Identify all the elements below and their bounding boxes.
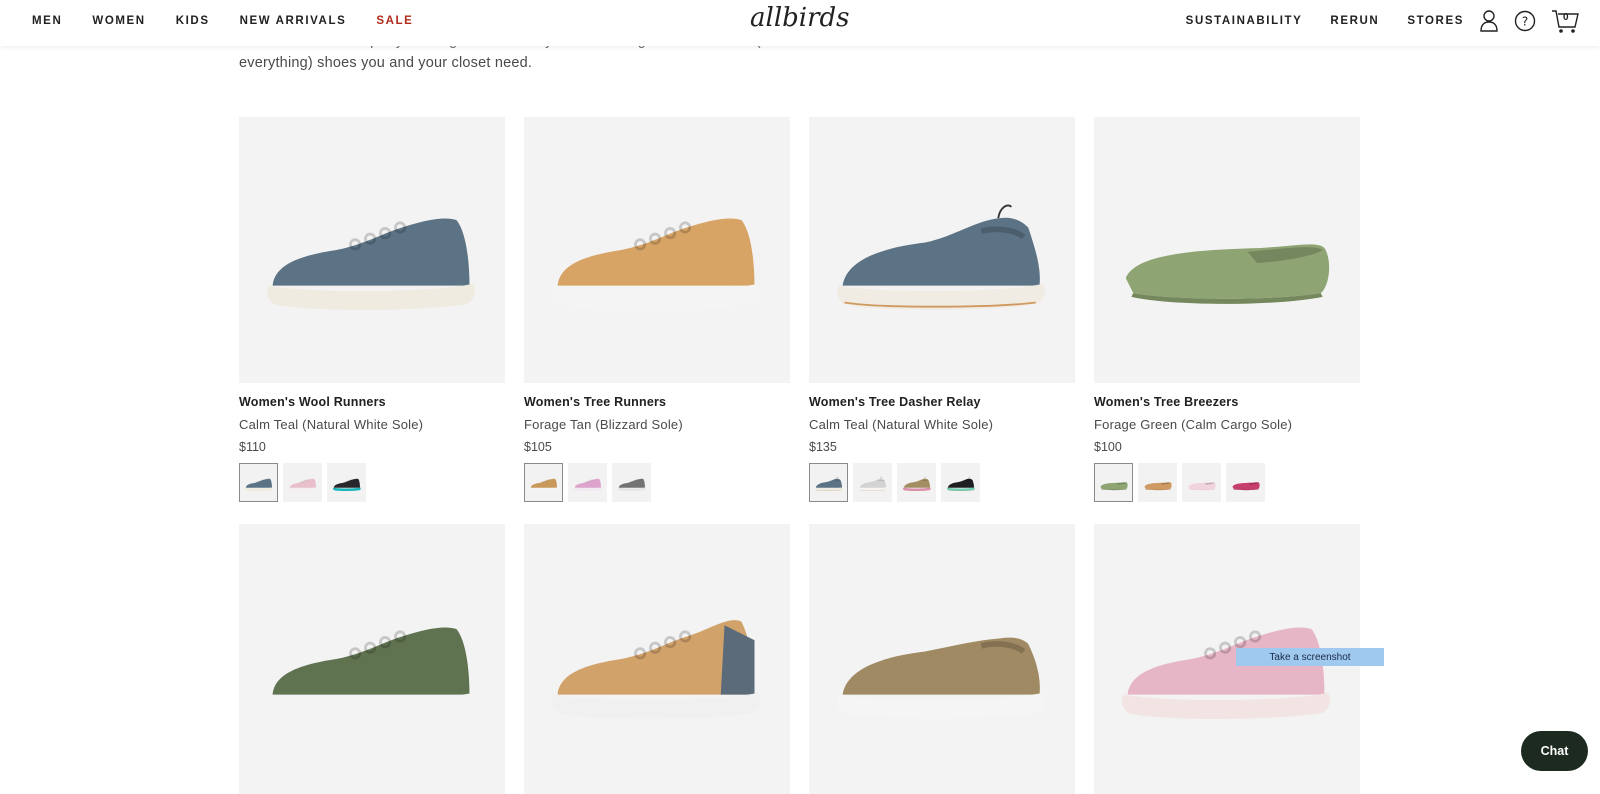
- color-swatches: [239, 463, 505, 502]
- product-image[interactable]: [809, 524, 1075, 794]
- product-card[interactable]: [524, 524, 790, 794]
- product-card[interactable]: [809, 524, 1075, 794]
- product-name[interactable]: Women's Wool Runners: [239, 395, 505, 409]
- color-swatch[interactable]: [941, 463, 980, 502]
- allbirds-logo[interactable]: allbirds: [748, 2, 852, 38]
- product-price: $105: [524, 440, 552, 454]
- logo-text: allbirds: [750, 3, 850, 33]
- color-swatch[interactable]: [239, 463, 278, 502]
- primary-nav: MEN WOMEN KIDS NEW ARRIVALS SALE: [32, 0, 443, 42]
- screenshot-tooltip: Take a screenshot: [1236, 648, 1384, 666]
- color-swatch[interactable]: [568, 463, 607, 502]
- color-swatch[interactable]: [327, 463, 366, 502]
- color-swatch[interactable]: [809, 463, 848, 502]
- color-swatches: [1094, 463, 1360, 502]
- nav-stores[interactable]: STORES: [1407, 15, 1464, 27]
- color-swatches: [809, 463, 1075, 502]
- nav-kids[interactable]: KIDS: [176, 15, 210, 27]
- nav-men[interactable]: MEN: [32, 15, 62, 27]
- color-swatch[interactable]: [1138, 463, 1177, 502]
- product-image[interactable]: [239, 524, 505, 794]
- color-swatches: [524, 463, 790, 502]
- site-header: MEN WOMEN KIDS NEW ARRIVALS SALE allbird…: [0, 0, 1600, 46]
- product-name[interactable]: Women's Tree Breezers: [1094, 395, 1360, 409]
- chat-button[interactable]: Chat: [1521, 731, 1588, 771]
- product-name[interactable]: Women's Tree Runners: [524, 395, 790, 409]
- product-price: $135: [809, 440, 837, 454]
- color-swatch[interactable]: [853, 463, 892, 502]
- product-card[interactable]: Women's Tree Breezers Forage Green (Calm …: [1094, 117, 1360, 502]
- nav-new-arrivals[interactable]: NEW ARRIVALS: [240, 15, 347, 27]
- color-swatch[interactable]: [612, 463, 651, 502]
- product-name[interactable]: Women's Tree Dasher Relay: [809, 395, 1075, 409]
- product-card[interactable]: Women's Wool Runners Calm Teal (Natural W…: [239, 117, 505, 502]
- cart-count: 0: [1563, 12, 1569, 23]
- product-image[interactable]: [524, 524, 790, 794]
- product-price: $100: [1094, 440, 1122, 454]
- user-icon[interactable]: [1478, 9, 1500, 33]
- product-price: $110: [239, 440, 266, 454]
- cart-icon[interactable]: 0: [1550, 7, 1580, 35]
- product-image[interactable]: [524, 117, 790, 383]
- product-image[interactable]: [239, 117, 505, 383]
- product-color: Calm Teal (Natural White Sole): [809, 417, 994, 432]
- secondary-nav: SUSTAINABILITY RERUN STORES ? 0: [1158, 0, 1580, 42]
- color-swatch[interactable]: [1094, 463, 1133, 502]
- color-swatch[interactable]: [283, 463, 322, 502]
- color-swatch[interactable]: [524, 463, 563, 502]
- product-image[interactable]: [1094, 117, 1360, 383]
- product-color: Calm Teal (Natural White Sole): [239, 417, 424, 432]
- product-card[interactable]: Women's Tree Runners Forage Tan (Blizzard…: [524, 117, 790, 502]
- color-swatch[interactable]: [1182, 463, 1221, 502]
- color-swatch[interactable]: [897, 463, 936, 502]
- color-swatch[interactable]: [1226, 463, 1265, 502]
- product-card[interactable]: [239, 524, 505, 794]
- product-grid: Women's Wool Runners Calm Teal (Natural W…: [239, 117, 1360, 794]
- product-color: Forage Tan (Blizzard Sole): [524, 417, 683, 432]
- help-icon[interactable]: ?: [1514, 9, 1536, 33]
- product-color: Forage Green (Calm Cargo Sole): [1094, 417, 1293, 432]
- description-line-2: everything) shoes you and your closet ne…: [239, 55, 533, 71]
- nav-women[interactable]: WOMEN: [92, 15, 145, 27]
- product-card[interactable]: Women's Tree Dasher Relay Calm Teal (Natu…: [809, 117, 1075, 502]
- nav-sale[interactable]: SALE: [376, 15, 413, 27]
- svg-text:?: ?: [1522, 15, 1528, 29]
- product-image[interactable]: [809, 117, 1075, 383]
- nav-rerun[interactable]: RERUN: [1330, 15, 1379, 27]
- nav-sustainability[interactable]: SUSTAINABILITY: [1186, 15, 1303, 27]
